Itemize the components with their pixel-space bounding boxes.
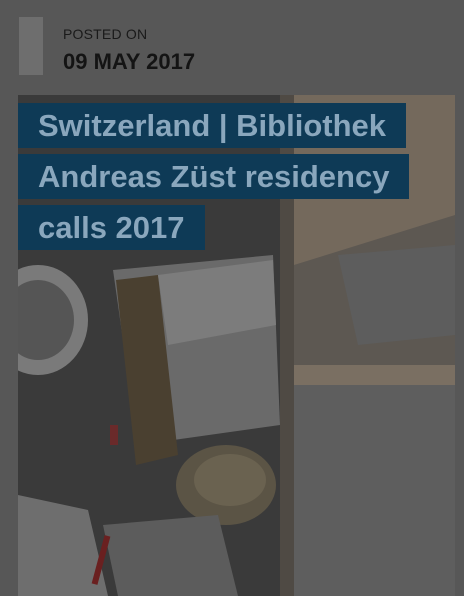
post-date: 09 MAY 2017 — [63, 49, 196, 74]
post-title[interactable]: Switzerland | Bibliothek Andreas Züst re… — [18, 100, 418, 253]
posted-on-label: POSTED ON — [63, 26, 148, 42]
date-accent-bar — [19, 17, 43, 75]
post-title-text[interactable]: Switzerland | Bibliothek Andreas Züst re… — [18, 103, 410, 250]
